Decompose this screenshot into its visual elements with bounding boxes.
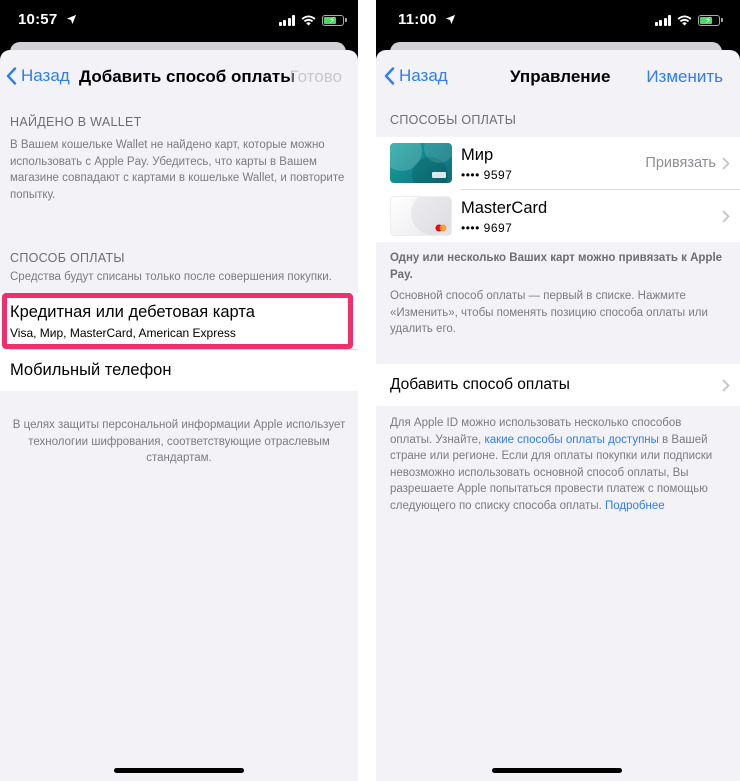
home-indicator [114, 768, 244, 773]
methods-section-header: СПОСОБЫ ОПЛАТЫ [390, 113, 517, 127]
chevron-right-icon [722, 210, 730, 223]
navigation-bar: Назад Управление Изменить [376, 50, 740, 104]
battery-icon: ⚡ [322, 14, 347, 26]
order-note: Основной способ оплаты — первый в списке… [390, 290, 708, 335]
navigation-bar: Назад Добавить способ оплаты Готово [0, 50, 358, 104]
page-title: Управление [510, 67, 611, 86]
page-title: Добавить способ оплаты [79, 67, 295, 86]
mir-card-image [390, 143, 452, 183]
link-card-action: Привязать [645, 155, 716, 171]
mobile-phone-option[interactable]: Мобильный телефон [0, 350, 358, 391]
card-number: •••• 9697 [461, 221, 513, 235]
mir-logo-icon [432, 172, 446, 178]
apple-pay-note: Одну или несколько Ваших карт можно прив… [390, 252, 723, 281]
status-bar: 10:57 ⚡ [0, 0, 358, 44]
location-arrow-icon [445, 14, 456, 25]
battery-icon: ⚡ [698, 14, 723, 26]
status-icons: ⚡ [654, 13, 723, 27]
mobile-phone-option-title: Мобильный телефон [10, 361, 172, 379]
chevron-right-icon [722, 379, 730, 392]
status-bar: 11:00 ⚡ [376, 0, 740, 44]
payment-method-mir[interactable]: Мир •••• 9597 Привязать [376, 137, 740, 189]
card-name: MasterCard [461, 199, 548, 217]
card-number: •••• 9597 [461, 168, 513, 182]
status-time-text: 10:57 [18, 11, 58, 28]
payment-method-mastercard[interactable]: MasterCard •••• 9697 [376, 190, 740, 242]
back-button[interactable]: Назад [6, 66, 70, 86]
payment-section-subheader: Средства будут списаны только после сове… [10, 271, 332, 283]
location-arrow-icon [66, 14, 76, 25]
available-methods-link[interactable]: какие способы оплаты доступны [484, 434, 658, 446]
edit-button[interactable]: Изменить [646, 67, 723, 87]
highlight-box [2, 293, 353, 349]
home-indicator [492, 768, 622, 773]
chevron-left-icon [384, 67, 395, 85]
back-button[interactable]: Назад [384, 66, 448, 86]
add-payment-method-label: Добавить способ оплаты [390, 376, 570, 393]
wallet-section-header: НАЙДЕНО В WALLET [10, 115, 142, 129]
add-payment-method-button[interactable]: Добавить способ оплаты [376, 364, 740, 406]
right-phone-screen: 11:00 ⚡ Назад Управление Изменить СПОСОБ… [376, 0, 740, 781]
back-label: Назад [399, 66, 448, 85]
cellular-signal-icon [278, 14, 295, 26]
manage-payments-sheet: Назад Управление Изменить СПОСОБЫ ОПЛАТЫ… [376, 50, 740, 781]
done-button[interactable]: Готово [290, 67, 343, 87]
payment-section-header: СПОСОБ ОПЛАТЫ [10, 251, 125, 265]
add-method-group: Добавить способ оплаты [376, 364, 740, 406]
payment-info-note: Для Apple ID можно использовать нескольк… [390, 415, 725, 514]
back-label: Назад [21, 66, 70, 85]
mastercard-logo-icon [435, 224, 447, 232]
mastercard-card-image [390, 196, 452, 236]
wifi-icon [301, 15, 316, 25]
add-payment-sheet: Назад Добавить способ оплаты Готово НАЙД… [0, 50, 358, 781]
payment-methods-list: Мир •••• 9597 Привязать MasterCard •••• … [376, 137, 740, 242]
chevron-right-icon [722, 157, 730, 170]
status-time: 10:57 [18, 11, 77, 28]
privacy-note: В целях защиты персональной информации A… [12, 419, 346, 464]
card-name: Мир [461, 146, 494, 164]
left-phone-screen: 10:57 ⚡ Назад Добавить способ оплаты Гот… [0, 0, 358, 781]
status-time-text: 11:00 [398, 11, 437, 28]
cellular-signal-icon [654, 14, 671, 26]
status-icons: ⚡ [278, 13, 347, 27]
status-time: 11:00 [398, 11, 456, 28]
wifi-icon [677, 15, 692, 25]
chevron-left-icon [6, 67, 17, 85]
learn-more-link[interactable]: Подробнее [605, 500, 665, 512]
wallet-section-text: В Вашем кошельке Wallet не найдено карт,… [10, 139, 345, 201]
